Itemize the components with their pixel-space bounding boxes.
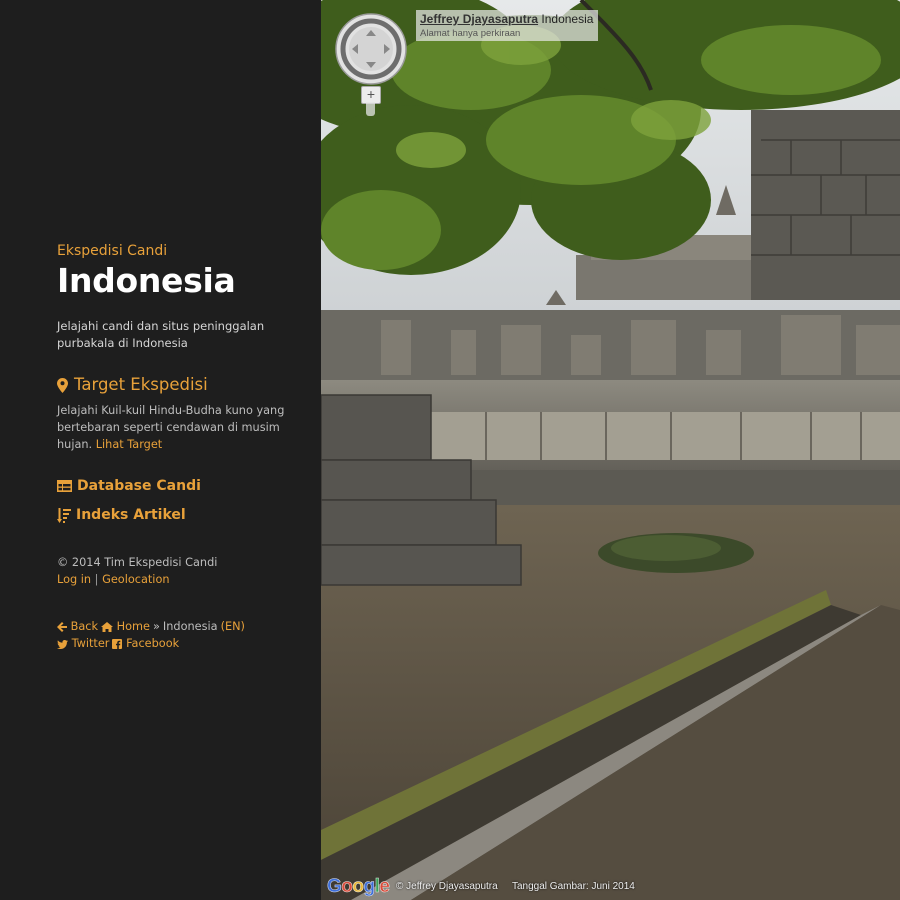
breadcrumb-current: Indonesia bbox=[162, 620, 218, 633]
database-link[interactable]: Database Candi bbox=[57, 477, 297, 495]
table-icon bbox=[57, 480, 72, 492]
twitter-icon bbox=[57, 639, 68, 649]
geolocation-link[interactable]: Geolocation bbox=[102, 573, 169, 586]
page-title: Indonesia bbox=[57, 261, 236, 300]
google-logo[interactable]: Google bbox=[327, 876, 390, 898]
target-heading[interactable]: Target Ekspedisi bbox=[57, 374, 297, 396]
photo-attribution: Jeffrey Djayasaputra Indonesia Alamat ha… bbox=[416, 10, 598, 41]
breadcrumb: Back Home » Indonesia (EN) Twitter Faceb… bbox=[57, 618, 297, 652]
twitter-label: Twitter bbox=[71, 637, 110, 650]
login-link[interactable]: Log in bbox=[57, 573, 91, 586]
article-index-label: Indeks Artikel bbox=[76, 507, 186, 523]
sidebar: Ekspedisi Candi Indonesia Jelajahi candi… bbox=[0, 0, 321, 900]
facebook-icon bbox=[112, 639, 123, 649]
database-link-label: Database Candi bbox=[77, 478, 201, 494]
target-description-text: Jelajahi Kuil-kuil Hindu-Budha kuno yang… bbox=[57, 404, 285, 451]
link-separator: | bbox=[94, 573, 99, 586]
breadcrumb-row: Back Home » Indonesia (EN) bbox=[57, 618, 297, 635]
intro-text: Jelajahi candi dan situs peninggalan pur… bbox=[57, 319, 265, 350]
site-kicker: Ekspedisi Candi bbox=[57, 243, 168, 259]
language-link[interactable]: (EN) bbox=[221, 618, 245, 635]
view-target-link[interactable]: Lihat Target bbox=[96, 438, 163, 451]
attribution-line: Jeffrey Djayasaputra Indonesia bbox=[420, 12, 593, 26]
arrow-left-icon bbox=[57, 622, 67, 632]
attribution-location: Indonesia bbox=[541, 12, 594, 26]
sort-icon bbox=[57, 507, 71, 523]
logo-letter-o2: o bbox=[352, 876, 364, 898]
facebook-label: Facebook bbox=[126, 637, 180, 650]
home-label: Home bbox=[116, 620, 150, 633]
pan-control[interactable] bbox=[335, 13, 407, 85]
address-note: Alamat hanya perkiraan bbox=[420, 28, 521, 39]
home-link[interactable]: Home bbox=[101, 618, 150, 635]
map-marker-icon bbox=[57, 377, 68, 393]
temple-panorama-image[interactable] bbox=[321, 0, 900, 900]
home-icon bbox=[101, 622, 114, 632]
target-heading-label: Target Ekspedisi bbox=[74, 375, 208, 394]
image-date: Tanggal Gambar: Juni 2014 bbox=[512, 881, 635, 892]
twitter-link[interactable]: Twitter bbox=[57, 635, 109, 652]
breadcrumb-separator: » bbox=[153, 620, 160, 633]
back-link[interactable]: Back bbox=[57, 618, 98, 635]
site-footer: © 2014 Tim Ekspedisi Candi Log in | Geol… bbox=[57, 554, 297, 588]
sidebar-content: Ekspedisi Candi Indonesia Jelajahi candi… bbox=[57, 242, 297, 652]
article-index-link[interactable]: Indeks Artikel bbox=[57, 506, 297, 524]
author-link[interactable]: Jeffrey Djayasaputra bbox=[420, 12, 538, 26]
account-links: Log in | Geolocation bbox=[57, 571, 297, 588]
logo-letter-o1: o bbox=[341, 876, 353, 898]
logo-letter-e: e bbox=[379, 876, 390, 898]
zoom-slider-track[interactable] bbox=[366, 102, 375, 116]
logo-letter-g: G bbox=[327, 876, 342, 898]
target-description: Jelajahi Kuil-kuil Hindu-Budha kuno yang… bbox=[57, 402, 297, 453]
social-links: Twitter Facebook bbox=[57, 635, 297, 652]
back-label: Back bbox=[70, 620, 99, 633]
copyright-text: © 2014 Tim Ekspedisi Candi bbox=[57, 556, 218, 569]
logo-letter-g2: g bbox=[363, 876, 375, 898]
image-copyright: © Jeffrey Djayasaputra bbox=[396, 881, 498, 892]
street-view-panorama[interactable]: + Jeffrey Djayasaputra Indonesia Alamat … bbox=[321, 0, 900, 900]
facebook-link[interactable]: Facebook bbox=[112, 635, 179, 652]
